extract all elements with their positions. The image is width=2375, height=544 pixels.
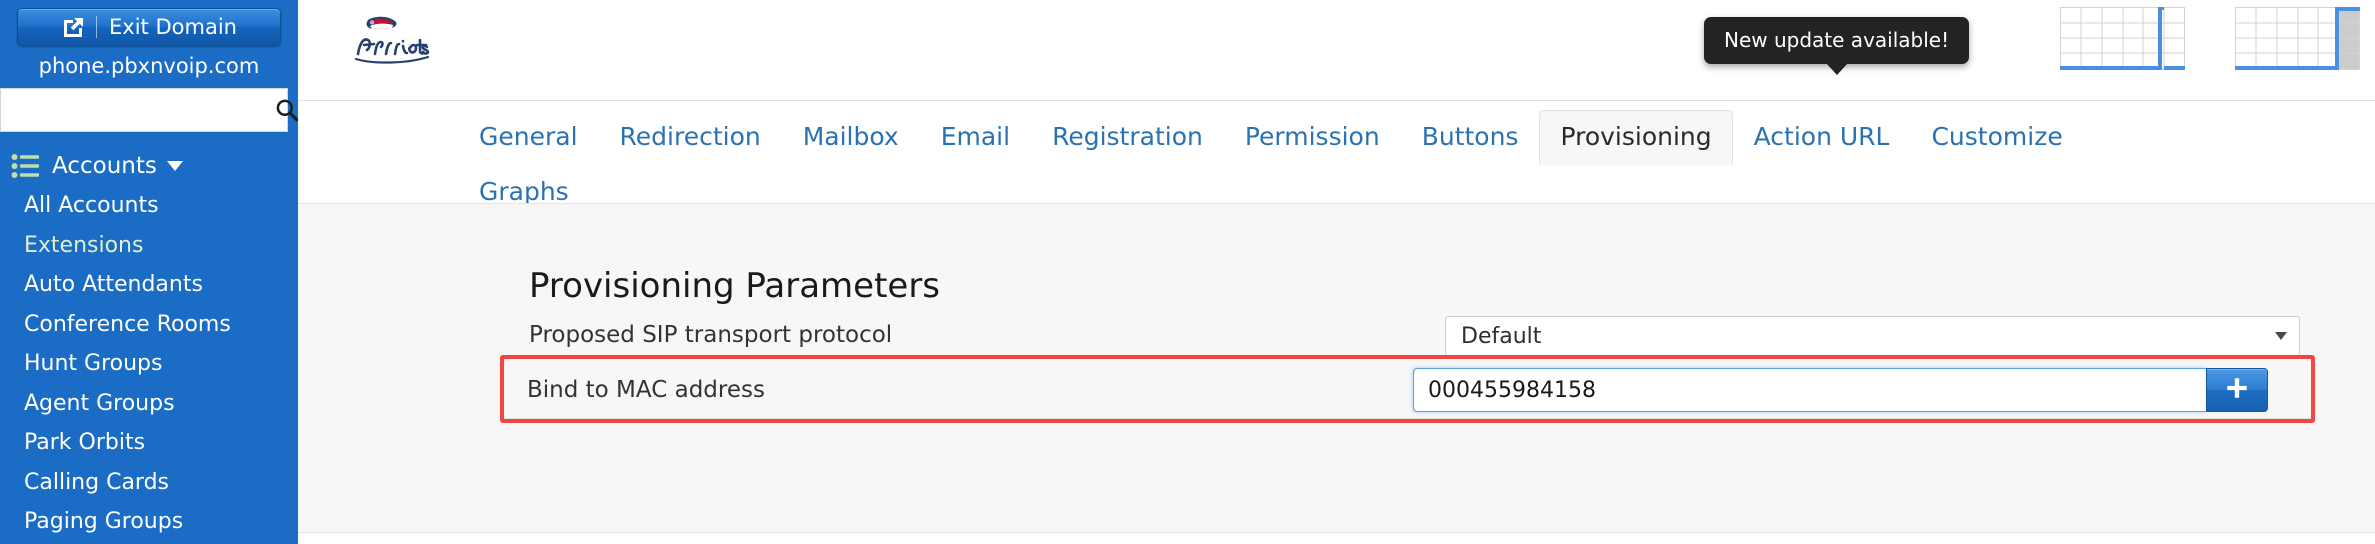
sidebar-item-calling-cards[interactable]: Calling Cards [0, 463, 298, 503]
update-tooltip-text: New update available! [1724, 28, 1950, 52]
tab-provisioning[interactable]: Provisioning [1539, 110, 1733, 165]
exit-domain-button[interactable]: Exit Domain [17, 8, 281, 46]
tab-label: Action URL [1753, 122, 1890, 151]
tab-email[interactable]: Email [920, 110, 1031, 165]
sidebar-section-accounts[interactable]: Accounts [0, 146, 298, 186]
mac-address-label: Bind to MAC address [527, 377, 765, 403]
tab-label: Customize [1931, 122, 2063, 151]
sidebar-item-paging-groups[interactable]: Paging Groups [0, 502, 298, 542]
sidebar-item-all-accounts[interactable]: All Accounts [0, 186, 298, 226]
tab-label: Registration [1052, 122, 1203, 151]
sidebar-item-hunt-groups[interactable]: Hunt Groups [0, 344, 298, 384]
mac-address-input[interactable] [1413, 368, 2206, 412]
tab-label: Email [940, 122, 1011, 151]
form-row-mac-address: Bind to MAC address [504, 359, 2311, 419]
sidebar-item-label: Park Orbits [24, 430, 146, 456]
tab-general[interactable]: General [458, 110, 599, 165]
sidebar-item-label: All Accounts [24, 193, 159, 219]
list-icon [0, 153, 52, 179]
form-row-transport-protocol: Proposed SIP transport protocol Default [529, 316, 2300, 356]
tab-permission[interactable]: Permission [1224, 110, 1401, 165]
button-divider [96, 16, 98, 38]
sidebar-item-agent-groups[interactable]: Agent Groups [0, 384, 298, 424]
domain-name-label: phone.pbxnvoip.com [38, 54, 260, 78]
tab-action-url[interactable]: Action URL [1733, 110, 1911, 165]
tab-buttons[interactable]: Buttons [1401, 110, 1540, 165]
sidebar: Exit Domain phone.pbxnvoip.com Accounts … [0, 0, 299, 544]
mini-graphs-container [2060, 6, 2360, 71]
tab-mailbox[interactable]: Mailbox [782, 110, 920, 165]
tab-redirection[interactable]: Redirection [599, 110, 782, 165]
sidebar-item-label: Agent Groups [24, 390, 175, 416]
update-tooltip: New update available! [1704, 17, 1970, 75]
exit-domain-label: Exit Domain [109, 15, 237, 39]
patriots-logo [350, 14, 432, 72]
tab-label: Permission [1244, 122, 1380, 151]
sidebar-item-label: Auto Attendants [24, 272, 203, 298]
search-input[interactable] [1, 89, 274, 131]
tab-label: Graphs [479, 177, 569, 206]
sidebar-item-auto-attendants[interactable]: Auto Attendants [0, 265, 298, 305]
page-title: Provisioning Parameters [529, 266, 941, 306]
mini-graph-widget-2[interactable] [2235, 7, 2360, 71]
mini-graph-widget-1[interactable] [2060, 6, 2185, 71]
sidebar-item-conference-rooms[interactable]: Conference Rooms [0, 305, 298, 345]
content-bottom-divider [298, 532, 2375, 544]
tabs-region: General Redirection Mailbox Email Regist… [298, 101, 2375, 206]
sidebar-item-label: Hunt Groups [24, 351, 163, 377]
search-box[interactable] [0, 88, 299, 132]
sidebar-item-label: Extensions [24, 232, 144, 258]
chevron-down-icon [166, 161, 183, 171]
main-area: New update available! General Redirectio… [298, 0, 2375, 544]
transport-protocol-label: Proposed SIP transport protocol [529, 322, 893, 348]
tab-label: General [479, 122, 578, 151]
application-window: Exit Domain phone.pbxnvoip.com Accounts … [0, 0, 2375, 544]
sidebar-item-park-orbits[interactable]: Park Orbits [0, 423, 298, 463]
sidebar-item-label: Calling Cards [24, 469, 170, 495]
sidebar-nav-list: All Accounts Extensions Auto Attendants … [0, 186, 298, 542]
sidebar-item-label: Paging Groups [24, 509, 184, 535]
chevron-down-icon [2275, 332, 2287, 340]
top-bar: New update available! [298, 0, 2375, 101]
tab-registration[interactable]: Registration [1031, 110, 1224, 165]
tab-label: Provisioning [1560, 122, 1712, 151]
plus-icon [2224, 375, 2250, 405]
mac-address-field-group [1413, 368, 2268, 412]
exit-arrow-icon [61, 15, 85, 39]
tab-customize[interactable]: Customize [1910, 110, 2083, 165]
search-icon[interactable] [274, 97, 300, 123]
sidebar-item-extensions[interactable]: Extensions [0, 226, 298, 266]
accounts-label: Accounts [52, 153, 157, 179]
sidebar-item-label: Conference Rooms [24, 311, 231, 337]
tab-label: Buttons [1421, 122, 1519, 151]
transport-protocol-value: Default [1461, 323, 1542, 349]
tab-label: Mailbox [802, 122, 899, 151]
mac-address-highlight-box: Bind to MAC address [500, 355, 2315, 423]
transport-protocol-select[interactable]: Default [1445, 316, 2300, 356]
add-mac-address-button[interactable] [2206, 368, 2268, 412]
tab-label: Redirection [619, 122, 761, 151]
